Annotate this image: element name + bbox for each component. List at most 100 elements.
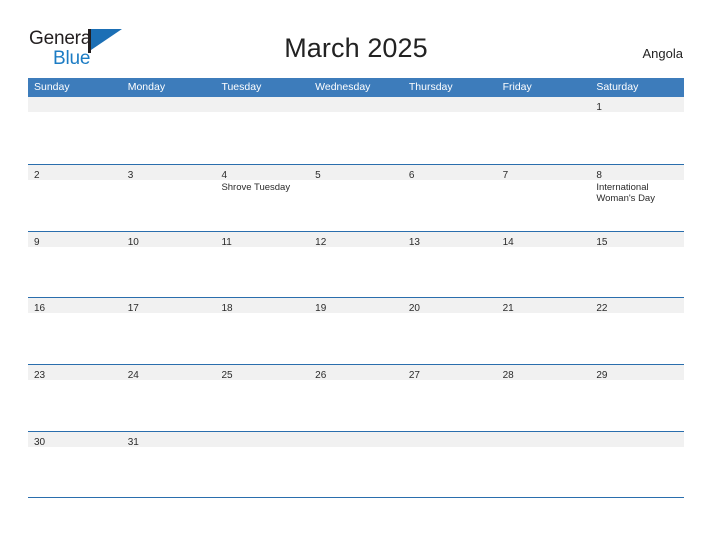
calendar-day-cell[interactable]: 1 xyxy=(590,97,685,164)
calendar-day-cell[interactable]: 8 International Woman's Day xyxy=(590,164,685,231)
day-number-band: 21 xyxy=(496,298,591,315)
calendar-day-cell[interactable]: 12 xyxy=(309,231,403,298)
day-number-band xyxy=(402,97,497,112)
day-number: 15 xyxy=(596,236,608,248)
calendar-day-cell-empty xyxy=(309,97,403,164)
day-number: 27 xyxy=(408,370,420,382)
calendar-day-cell[interactable]: 20 xyxy=(402,298,497,365)
weekday-header-friday: Friday xyxy=(502,81,532,93)
calendar-day-cell[interactable]: 21 xyxy=(496,298,591,365)
calendar-day-cell[interactable]: 5 xyxy=(309,164,403,231)
day-events xyxy=(215,447,309,449)
calendar-day-cell-empty xyxy=(496,97,591,164)
calendar-day-cell-empty xyxy=(309,431,403,497)
day-number-band: 31 xyxy=(121,431,216,448)
day-number: 18 xyxy=(221,303,233,315)
day-number-band xyxy=(28,97,122,112)
calendar-day-cell[interactable]: 31 xyxy=(121,431,216,497)
calendar-day-cell[interactable]: 23 xyxy=(28,365,122,431)
calendar-grid: Sunday Monday Tuesday Wednesday Thursday… xyxy=(28,78,685,498)
day-number-band: 28 xyxy=(496,365,591,381)
day-number-band: 14 xyxy=(496,231,591,248)
calendar-day-cell[interactable]: 18 xyxy=(215,298,310,365)
day-number: 6 xyxy=(408,169,415,181)
day-number: 5 xyxy=(315,169,321,181)
day-number: 25 xyxy=(221,370,233,382)
day-number: 21 xyxy=(502,303,514,315)
calendar-day-cell[interactable]: 26 xyxy=(309,365,403,431)
calendar-day-cell[interactable]: 11 xyxy=(215,231,310,298)
calendar-day-cell[interactable]: 27 xyxy=(402,365,497,431)
day-number-band xyxy=(215,431,310,447)
day-events xyxy=(28,247,122,249)
day-number-band: 8 xyxy=(590,164,685,181)
calendar-day-cell[interactable]: 7 xyxy=(496,164,591,231)
day-events xyxy=(122,112,216,114)
day-events xyxy=(590,112,684,114)
calendar-day-cell[interactable]: 6 xyxy=(402,164,497,231)
day-number: 13 xyxy=(408,236,420,248)
calendar-day-cell-empty xyxy=(121,97,216,164)
calendar-day-cell[interactable]: 14 xyxy=(496,231,591,298)
day-number-band: 4 xyxy=(215,164,310,181)
day-number: 11 xyxy=(221,236,232,248)
day-number: 14 xyxy=(502,236,514,248)
weekday-header-thursday: Thursday xyxy=(408,81,453,93)
day-number: 22 xyxy=(596,303,608,315)
day-number: 26 xyxy=(315,370,327,382)
day-number: 19 xyxy=(315,303,327,315)
calendar-day-cell[interactable]: 22 xyxy=(590,298,685,365)
calendar-day-cell[interactable]: 4 Shrove Tuesday xyxy=(215,164,310,231)
day-number-band: 20 xyxy=(402,298,497,315)
calendar-day-cell[interactable]: 19 xyxy=(309,298,403,365)
calendar-day-cell[interactable]: 29 xyxy=(590,365,685,431)
day-number-band: 22 xyxy=(590,298,685,315)
calendar-day-cell[interactable]: 24 xyxy=(121,365,216,431)
day-events xyxy=(590,447,684,449)
calendar-day-cell[interactable]: 16 xyxy=(28,298,122,365)
day-events xyxy=(403,447,497,449)
page-title: March 2025 xyxy=(284,33,428,63)
calendar-day-cell[interactable]: 10 xyxy=(121,231,216,298)
calendar-day-cell-empty xyxy=(28,97,122,164)
day-number-band xyxy=(215,97,310,112)
day-number-band: 26 xyxy=(309,365,403,382)
day-number-band: 2 xyxy=(28,164,122,181)
day-number-band: 15 xyxy=(590,231,685,248)
calendar-day-cell[interactable]: 3 xyxy=(121,164,216,231)
calendar-day-cell[interactable]: 9 xyxy=(28,231,122,298)
day-number-band xyxy=(496,97,591,112)
day-number-band: 13 xyxy=(402,231,497,248)
day-events xyxy=(497,447,591,449)
day-events xyxy=(497,112,591,114)
calendar-week-row: 23 24 25 26 27 28 29 xyxy=(28,364,685,431)
day-number: 16 xyxy=(34,303,46,315)
calendar-day-cell-empty xyxy=(402,431,497,497)
day-number-band xyxy=(309,431,403,447)
day-number-band: 3 xyxy=(121,164,216,181)
day-number-band: 10 xyxy=(121,231,216,248)
calendar-day-cell[interactable]: 28 xyxy=(496,365,591,431)
calendar-day-cell[interactable]: 30 xyxy=(28,431,122,497)
day-number-band: 12 xyxy=(309,231,403,248)
day-number-band xyxy=(496,431,591,447)
day-number: 20 xyxy=(408,303,420,315)
day-number-band xyxy=(121,97,216,112)
calendar-day-cell[interactable]: 17 xyxy=(121,298,216,365)
day-events xyxy=(309,112,403,114)
day-number-band: 18 xyxy=(215,298,310,315)
day-events xyxy=(28,112,122,114)
day-number-band: 19 xyxy=(309,298,403,315)
day-number-band: 6 xyxy=(402,164,497,181)
day-number: 17 xyxy=(127,303,139,315)
calendar-day-cell[interactable]: 25 xyxy=(215,365,310,431)
day-number: 1 xyxy=(596,102,602,113)
calendar-day-cell[interactable]: 2 xyxy=(28,164,122,231)
calendar-day-cell[interactable]: 15 xyxy=(590,231,685,298)
calendar-day-cell-empty xyxy=(215,97,310,164)
day-number: 10 xyxy=(127,236,139,248)
calendar-day-cell[interactable]: 13 xyxy=(402,231,497,298)
day-number-band: 29 xyxy=(590,365,685,381)
weekday-header-tuesday: Tuesday xyxy=(221,81,262,93)
day-number-band xyxy=(402,431,497,447)
